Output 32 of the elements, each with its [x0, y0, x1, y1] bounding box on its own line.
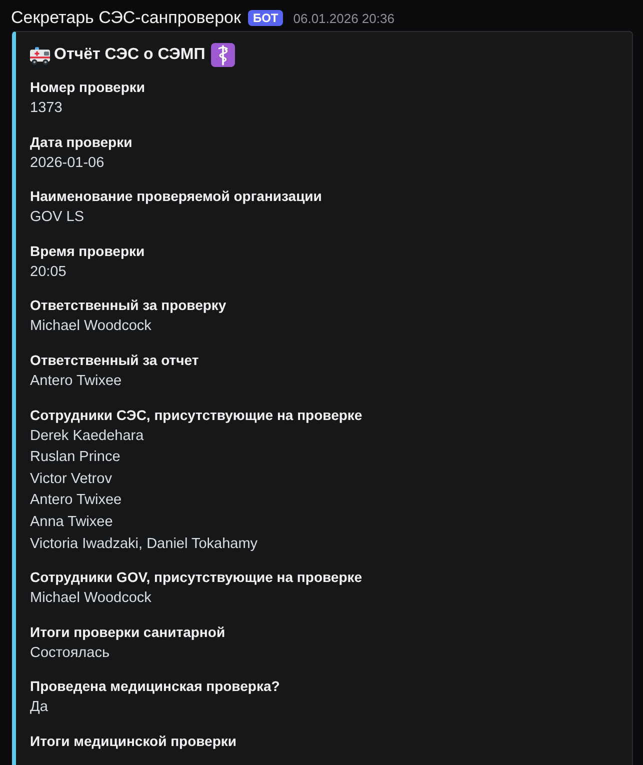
- field-value: 20:05: [30, 262, 66, 282]
- field-value: Antero Twixee: [30, 372, 122, 391]
- medical-symbol-icon: [211, 43, 236, 67]
- field-label: Проведена медицинская проверка?: [30, 677, 280, 696]
- field-value: Ruslan Prince: [30, 448, 120, 468]
- embed-title: Отчёт СЭС о СЭМП: [54, 46, 206, 64]
- field-value: Michael Woodcock: [30, 317, 152, 336]
- field-label: Сотрудники GOV, присутствующие на проверке: [30, 568, 362, 588]
- field-label: Сотрудники СЭС, присутствующие на проверке: [30, 406, 362, 425]
- field-value: Michael Woodcock: [30, 589, 152, 608]
- field-value: Состоялась: [30, 644, 110, 663]
- field-value: 1373: [30, 99, 62, 118]
- field-value: Derek Kaedehara: [30, 426, 144, 446]
- field-label: Дата проверки: [30, 132, 132, 152]
- field-label: Время проверки: [30, 242, 145, 261]
- field-label: Ответственный за отчет: [30, 350, 199, 370]
- field-value: Antero Twixee: [30, 491, 122, 510]
- field-value: 2026-01-06: [30, 154, 104, 173]
- field-label: Итоги медицинской проверки: [30, 732, 237, 751]
- author-name[interactable]: Секретарь СЭС-санпроверок: [11, 8, 241, 28]
- timestamp: 06.01.2026 20:36: [293, 10, 394, 26]
- field-value: Victor Vetrov: [30, 470, 112, 489]
- ambulance-icon: [30, 46, 50, 64]
- field-label: Номер проверки: [30, 78, 145, 97]
- field-label: Ответственный за проверку: [30, 296, 226, 316]
- field-label: Наименование проверяемой организации: [30, 187, 322, 206]
- field-label: Итоги проверки санитарной: [30, 622, 226, 642]
- field-value: GOV LS: [30, 208, 84, 228]
- field-value: Anna Twixee: [30, 512, 113, 532]
- field-value: Victoria Iwadzaki, Daniel Tokahamy: [30, 534, 258, 554]
- field-value: Да: [30, 698, 48, 718]
- bot-badge: БОТ: [248, 10, 284, 26]
